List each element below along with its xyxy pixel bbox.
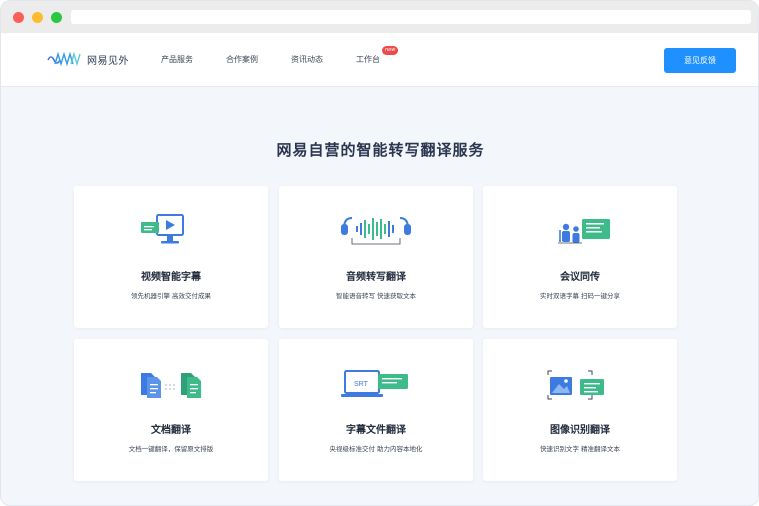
address-bar[interactable] [71, 10, 751, 24]
card-title: 字幕文件翻译 [346, 425, 406, 436]
service-card-meeting-interpretation[interactable]: 会议同传 实时双语字幕 扫码一键分享 [483, 186, 677, 328]
video-monitor-icon [141, 214, 184, 244]
card-description: 文档一键翻译，保留原文排版 [128, 445, 214, 453]
new-badge: new [382, 46, 399, 55]
meeting-icon [558, 219, 610, 244]
image-recognition-icon [547, 370, 604, 400]
card-description: 实时双语字幕 扫码一键分享 [539, 292, 621, 300]
nav-item-workspace[interactable]: 工作台 [356, 54, 380, 65]
card-title: 文档翻译 [151, 425, 191, 436]
feedback-button[interactable]: 意见反馈 [664, 48, 736, 73]
card-description: 智能语音转写 快速获取文本 [335, 292, 417, 300]
browser-window: 网易见外 产品服务 合作案例 资讯动态 工作台 new 意见反馈 网易自营的智能… [0, 0, 759, 506]
srt-label: SRT [354, 381, 369, 388]
service-card-image-recognition-translation[interactable]: 图像识别翻译 快速识别文字 精准翻译文本 [483, 339, 677, 481]
service-card-subtitle-file-translation[interactable]: SRT 字幕文件翻译 央视级标准交付 助力内容本地化 [279, 339, 473, 481]
document-icon [141, 373, 201, 398]
minimize-window-button[interactable] [32, 12, 43, 23]
service-card-audio-transcription[interactable]: 音频转写翻译 智能语音转写 快速获取文本 [279, 186, 473, 328]
card-description: 领先机器引擎 高效交付成果 [130, 292, 212, 300]
card-description: 央视级标准交付 助力内容本地化 [329, 445, 423, 453]
card-description: 快速识别文字 精准翻译文本 [539, 445, 621, 453]
nav-item-products[interactable]: 产品服务 [161, 54, 193, 65]
service-card-document-translation[interactable]: 文档翻译 文档一键翻译，保留原文排版 [74, 339, 268, 481]
close-window-button[interactable] [13, 12, 24, 23]
card-title: 图像识别翻译 [550, 425, 610, 436]
logo-icon[interactable] [47, 51, 81, 67]
brand-name[interactable]: 网易见外 [87, 52, 129, 67]
maximize-window-button[interactable] [51, 12, 62, 23]
nav-item-news[interactable]: 资讯动态 [291, 54, 323, 65]
subtitle-file-icon: SRT [341, 370, 408, 397]
site-navbar: 网易见外 产品服务 合作案例 资讯动态 工作台 new 意见反馈 [1, 33, 758, 87]
browser-titlebar [1, 1, 758, 33]
nav-item-cases[interactable]: 合作案例 [226, 54, 258, 65]
page-headline: 网易自营的智能转写翻译服务 [276, 141, 485, 159]
audio-headphones-icon [341, 217, 411, 245]
card-title: 音频转写翻译 [346, 272, 406, 283]
service-card-video-subtitles[interactable]: 视频智能字幕 领先机器引擎 高效交付成果 [74, 186, 268, 328]
card-title: 会议同传 [560, 272, 600, 283]
card-title: 视频智能字幕 [141, 272, 201, 283]
